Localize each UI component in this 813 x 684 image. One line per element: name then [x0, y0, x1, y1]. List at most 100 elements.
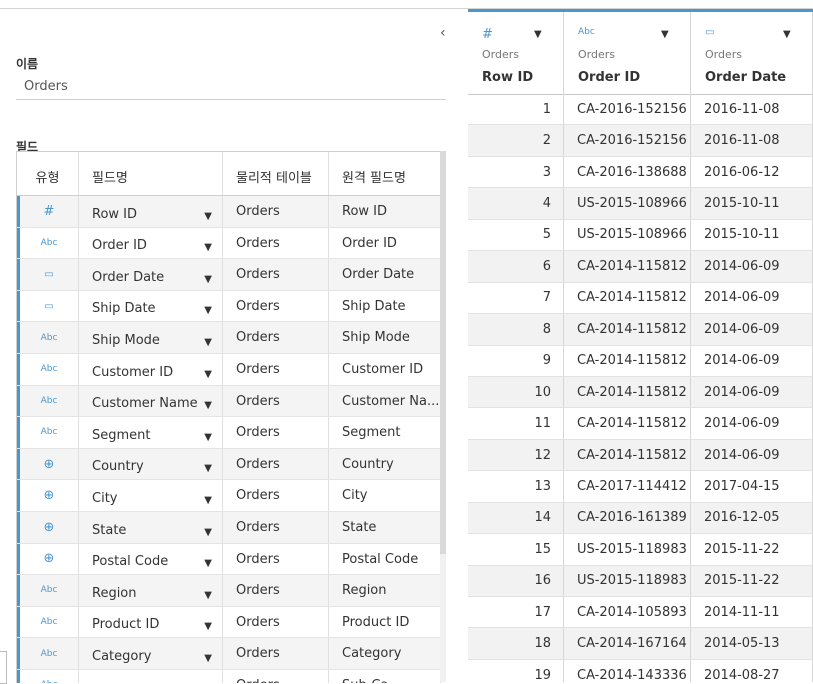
- field-type-cell[interactable]: ⊕: [17, 511, 79, 543]
- row-id-cell[interactable]: 17: [468, 597, 564, 628]
- field-menu-caret-icon[interactable]: ▼: [204, 527, 212, 538]
- string-type-icon[interactable]: Abc: [41, 585, 58, 595]
- order-date-cell[interactable]: 2016-11-08: [691, 94, 813, 125]
- order-date-cell[interactable]: 2017-04-15: [691, 471, 813, 502]
- grid-row[interactable]: 11 CA-2014-115812 2014-06-09: [468, 408, 813, 440]
- field-type-cell[interactable]: ▭: [17, 259, 79, 290]
- field-name-cell[interactable]: Country ▼: [79, 448, 223, 480]
- grid-row[interactable]: 7 CA-2014-115812 2014-06-09: [468, 282, 813, 315]
- order-id-cell[interactable]: CA-2014-115812: [564, 314, 691, 345]
- table-name-field[interactable]: Orders: [16, 79, 446, 100]
- row-id-cell[interactable]: 19: [468, 659, 564, 682]
- grid-column-header[interactable]: ▭ ▼ Orders Order Date: [691, 12, 813, 94]
- column-menu-caret-icon[interactable]: ▼: [783, 29, 791, 40]
- row-id-cell[interactable]: 18: [468, 628, 564, 659]
- header-field-name[interactable]: 필드명: [79, 152, 223, 195]
- globe-icon[interactable]: ⊕: [44, 488, 55, 503]
- header-physical-table[interactable]: 물리적 테이블: [223, 152, 329, 195]
- grid-row[interactable]: 17 CA-2014-105893 2014-11-11: [468, 597, 813, 629]
- row-id-cell[interactable]: 12: [468, 439, 564, 471]
- row-id-cell[interactable]: 2: [468, 125, 564, 156]
- field-name-cell[interactable]: Ship Date ▼: [79, 290, 223, 322]
- field-type-cell[interactable]: Abc: [17, 322, 79, 353]
- order-date-cell[interactable]: 2014-06-09: [691, 345, 813, 376]
- grid-column-header[interactable]: Abc ▼ Orders Order ID: [564, 12, 691, 94]
- field-name-cell[interactable]: Segment ▼: [79, 417, 223, 448]
- field-name-cell[interactable]: City ▼: [79, 480, 223, 511]
- string-type-icon[interactable]: Abc: [41, 238, 58, 248]
- field-name-cell[interactable]: Ship Mode ▼: [79, 322, 223, 353]
- row-id-cell[interactable]: 10: [468, 376, 564, 408]
- order-id-cell[interactable]: CA-2014-115812: [564, 376, 691, 408]
- order-date-cell[interactable]: 2015-11-22: [691, 534, 813, 565]
- date-type-icon[interactable]: ▭: [705, 27, 714, 38]
- order-date-cell[interactable]: 2015-10-11: [691, 188, 813, 219]
- field-menu-caret-icon[interactable]: ▼: [204, 653, 212, 664]
- row-id-cell[interactable]: 9: [468, 345, 564, 376]
- order-id-cell[interactable]: CA-2014-115812: [564, 439, 691, 471]
- field-menu-caret-icon[interactable]: ▼: [204, 305, 212, 316]
- panel-edge-handle[interactable]: [0, 651, 7, 684]
- grid-row[interactable]: 14 CA-2016-161389 2016-12-05: [468, 502, 813, 535]
- string-type-icon[interactable]: Abc: [41, 333, 58, 343]
- field-row[interactable]: ▭ Order Date ▼ Orders Order Date: [17, 259, 441, 291]
- field-menu-caret-icon[interactable]: ▼: [204, 558, 212, 569]
- field-row[interactable]: Abc Product ID ▼ Orders Product ID: [17, 606, 441, 639]
- row-id-cell[interactable]: 13: [468, 471, 564, 502]
- row-id-cell[interactable]: 11: [468, 408, 564, 439]
- grid-row[interactable]: 18 CA-2014-167164 2014-05-13: [468, 628, 813, 660]
- order-date-cell[interactable]: 2015-11-22: [691, 565, 813, 596]
- row-id-cell[interactable]: 4: [468, 188, 564, 219]
- field-row[interactable]: Abc Category ▼ Orders Category: [17, 638, 441, 670]
- date-type-icon[interactable]: ▭: [44, 301, 53, 312]
- grid-row[interactable]: 9 CA-2014-115812 2014-06-09: [468, 345, 813, 377]
- field-type-cell[interactable]: Abc: [17, 227, 79, 259]
- order-date-cell[interactable]: 2016-06-12: [691, 156, 813, 188]
- order-id-cell[interactable]: CA-2014-115812: [564, 282, 691, 314]
- field-type-cell[interactable]: Abc: [17, 606, 79, 638]
- order-date-cell[interactable]: 2014-06-09: [691, 282, 813, 314]
- field-name-cell[interactable]: Product ID ▼: [79, 606, 223, 638]
- order-date-cell[interactable]: 2015-10-11: [691, 219, 813, 251]
- string-type-icon[interactable]: Abc: [41, 649, 58, 659]
- field-name-cell[interactable]: State ▼: [79, 511, 223, 543]
- order-date-cell[interactable]: 2014-05-13: [691, 628, 813, 659]
- grid-row[interactable]: 12 CA-2014-115812 2014-06-09: [468, 439, 813, 472]
- order-date-cell[interactable]: 2014-06-09: [691, 314, 813, 345]
- field-menu-caret-icon[interactable]: ▼: [204, 274, 212, 285]
- order-date-cell[interactable]: 2014-08-27: [691, 659, 813, 682]
- field-type-cell[interactable]: Abc: [17, 638, 79, 669]
- field-row[interactable]: ⊕ State ▼ Orders State: [17, 511, 441, 544]
- number-type-icon[interactable]: #: [482, 27, 493, 42]
- field-name-cell[interactable]: Region ▼: [79, 575, 223, 606]
- field-row[interactable]: ▭ Ship Date ▼ Orders Ship Date: [17, 290, 441, 323]
- field-row[interactable]: Abc Customer ID ▼ Orders Customer ID: [17, 353, 441, 386]
- globe-icon[interactable]: ⊕: [44, 520, 55, 535]
- order-id-cell[interactable]: CA-2014-115812: [564, 408, 691, 439]
- field-name-cell[interactable]: Customer Name ▼: [79, 385, 223, 417]
- grid-row[interactable]: 15 US-2015-118983 2015-11-22: [468, 534, 813, 566]
- grid-row[interactable]: 3 CA-2016-138688 2016-06-12: [468, 156, 813, 189]
- collapse-panel-icon[interactable]: ‹: [440, 25, 446, 41]
- field-menu-caret-icon[interactable]: ▼: [204, 590, 212, 601]
- grid-row[interactable]: 6 CA-2014-115812 2014-06-09: [468, 251, 813, 283]
- order-date-cell[interactable]: 2014-06-09: [691, 251, 813, 282]
- order-id-cell[interactable]: CA-2017-114412: [564, 471, 691, 502]
- field-menu-caret-icon[interactable]: ▼: [204, 400, 212, 411]
- order-date-cell[interactable]: 2016-11-08: [691, 125, 813, 156]
- grid-row[interactable]: 4 US-2015-108966 2015-10-11: [468, 188, 813, 220]
- field-name-cell[interactable]: Category ▼: [79, 638, 223, 669]
- column-name[interactable]: Order ID: [578, 70, 640, 85]
- order-date-cell[interactable]: 2014-06-09: [691, 408, 813, 439]
- grid-column-header[interactable]: # ▼ Orders Row ID: [468, 12, 564, 94]
- order-id-cell[interactable]: CA-2014-115812: [564, 345, 691, 376]
- column-name[interactable]: Order Date: [705, 70, 786, 85]
- order-id-cell[interactable]: CA-2016-138688: [564, 156, 691, 188]
- order-id-cell[interactable]: CA-2016-152156: [564, 94, 691, 125]
- field-row[interactable]: ⊕ Postal Code ▼ Orders Postal Code: [17, 543, 441, 576]
- field-menu-caret-icon[interactable]: ▼: [204, 432, 212, 443]
- string-type-icon[interactable]: Abc: [578, 27, 595, 37]
- row-id-cell[interactable]: 15: [468, 534, 564, 565]
- string-type-icon[interactable]: Abc: [41, 617, 58, 627]
- field-row[interactable]: Abc Customer Name ▼ Orders Customer Na...: [17, 385, 441, 418]
